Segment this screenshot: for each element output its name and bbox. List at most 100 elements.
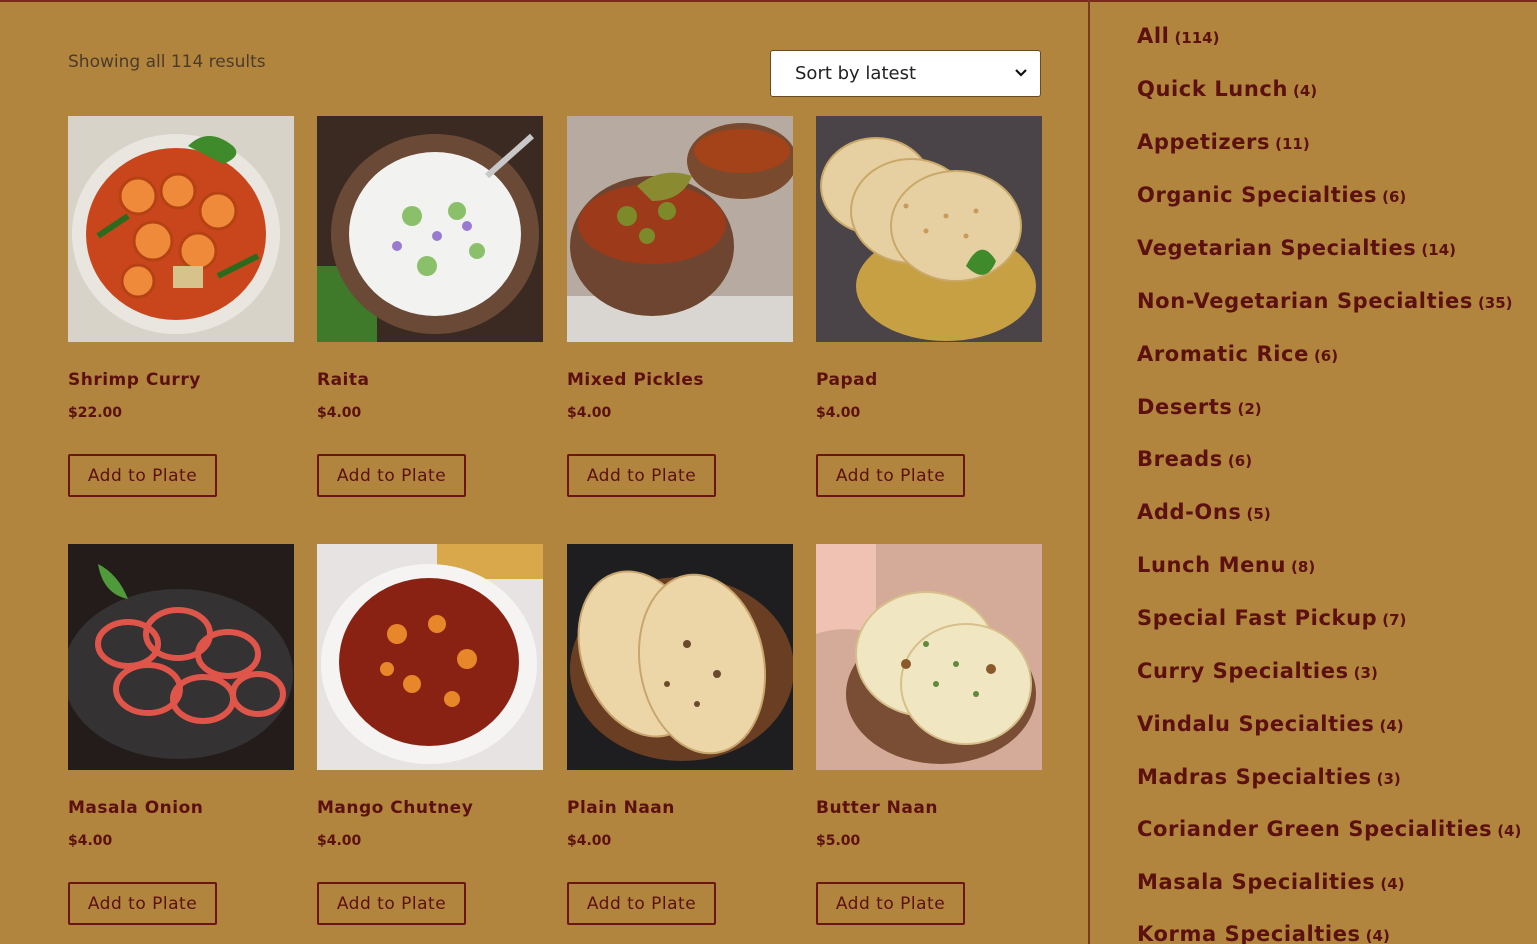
category-label: Curry Specialties — [1137, 659, 1349, 683]
category-label: Masala Specialities — [1137, 870, 1376, 894]
category-label: Lunch Menu — [1137, 553, 1287, 577]
category-appetizers[interactable]: Appetizers (11) — [1137, 130, 1310, 154]
category-coriander-green-specialities[interactable]: Coriander Green Specialities (4) — [1137, 817, 1521, 841]
sort-select[interactable]: Sort by latest — [770, 50, 1041, 97]
category-count: (4) — [1379, 717, 1404, 735]
product-card: Mixed Pickles $4.00 Add to Plate — [567, 116, 793, 497]
product-title[interactable]: Plain Naan — [567, 798, 675, 818]
raita-photo[interactable] — [317, 116, 543, 342]
category-count: (4) — [1497, 822, 1522, 840]
product-price: $4.00 — [317, 833, 362, 849]
category-special-fast-pickup[interactable]: Special Fast Pickup (7) — [1137, 606, 1406, 630]
category-label: Breads — [1137, 447, 1223, 471]
category-label: Non-Vegetarian Specialties — [1137, 289, 1473, 313]
category-masala-specialities[interactable]: Masala Specialities (4) — [1137, 870, 1405, 894]
category-label: Coriander Green Specialities — [1137, 817, 1493, 841]
category-label: Aromatic Rice — [1137, 342, 1309, 366]
category-madras-specialties[interactable]: Madras Specialties (3) — [1137, 765, 1401, 789]
papad-photo[interactable] — [816, 116, 1042, 342]
category-count: (6) — [1313, 347, 1339, 365]
butter-naan-photo[interactable] — [816, 544, 1042, 770]
product-card: Shrimp Curry $22.00 Add to Plate — [68, 116, 294, 497]
category-non-vegetarian-specialties[interactable]: Non-Vegetarian Specialties (35) — [1137, 289, 1513, 313]
category-count: (14) — [1421, 241, 1457, 259]
category-vindalu-specialties[interactable]: Vindalu Specialties (4) — [1137, 712, 1404, 736]
add-to-plate-button[interactable]: Add to Plate — [317, 454, 466, 497]
add-to-plate-button[interactable]: Add to Plate — [317, 882, 466, 925]
category-label: Quick Lunch — [1137, 77, 1289, 101]
category-count: (8) — [1291, 558, 1316, 576]
add-to-plate-button[interactable]: Add to Plate — [68, 454, 217, 497]
product-title[interactable]: Mixed Pickles — [567, 370, 704, 390]
product-price: $5.00 — [816, 833, 861, 849]
add-to-plate-button[interactable]: Add to Plate — [816, 454, 965, 497]
category-count: (4) — [1293, 82, 1318, 100]
category-label: Vegetarian Specialties — [1137, 236, 1417, 260]
category-organic-specialties[interactable]: Organic Specialties (6) — [1137, 183, 1406, 207]
product-card: Plain Naan $4.00 Add to Plate — [567, 544, 793, 925]
product-price: $22.00 — [68, 405, 123, 421]
product-title[interactable]: Mango Chutney — [317, 798, 473, 818]
masala-onion-photo[interactable] — [68, 544, 294, 770]
product-card: Mango Chutney $4.00 Add to Plate — [317, 544, 543, 925]
category-label: Appetizers — [1137, 130, 1271, 154]
category-all[interactable]: All (114) — [1137, 24, 1219, 48]
category-count: (114) — [1174, 29, 1220, 47]
category-quick-lunch[interactable]: Quick Lunch (4) — [1137, 77, 1317, 101]
product-price: $4.00 — [567, 833, 612, 849]
product-price: $4.00 — [816, 405, 861, 421]
product-title[interactable]: Papad — [816, 370, 878, 390]
category-count: (35) — [1477, 294, 1513, 312]
add-to-plate-button[interactable]: Add to Plate — [567, 454, 716, 497]
product-title[interactable]: Raita — [317, 370, 370, 390]
category-label: Special Fast Pickup — [1137, 606, 1378, 630]
results-count: Showing all 114 results — [68, 52, 266, 72]
product-title[interactable]: Shrimp Curry — [68, 370, 201, 390]
product-card: Papad $4.00 Add to Plate — [816, 116, 1042, 497]
category-label: Madras Specialties — [1137, 765, 1372, 789]
category-breads[interactable]: Breads (6) — [1137, 447, 1252, 471]
category-label: Add-Ons — [1137, 500, 1242, 524]
category-count: (7) — [1382, 611, 1407, 629]
category-count: (4) — [1380, 875, 1405, 893]
product-price: $4.00 — [567, 405, 612, 421]
product-title[interactable]: Butter Naan — [816, 798, 938, 818]
mango-chutney-photo[interactable] — [317, 544, 543, 770]
category-aromatic-rice[interactable]: Aromatic Rice (6) — [1137, 342, 1338, 366]
category-count: (6) — [1227, 452, 1253, 470]
chevron-down-icon — [1015, 69, 1027, 77]
category-count: (5) — [1246, 505, 1271, 523]
category-sidebar: All (114) Quick Lunch (4) Appetizers (11) O… — [1090, 0, 1537, 944]
category-deserts[interactable]: Deserts (2) — [1137, 395, 1262, 419]
plain-naan-photo[interactable] — [567, 544, 793, 770]
category-lunch-menu[interactable]: Lunch Menu (8) — [1137, 553, 1315, 577]
category-korma-specialties[interactable]: Korma Specialties (4) — [1137, 922, 1390, 944]
mixed-pickles-photo[interactable] — [567, 116, 793, 342]
category-count: (3) — [1376, 770, 1401, 788]
product-title[interactable]: Masala Onion — [68, 798, 203, 818]
add-to-plate-button[interactable]: Add to Plate — [68, 882, 217, 925]
category-count: (3) — [1353, 664, 1378, 682]
product-card: Raita $4.00 Add to Plate — [317, 116, 543, 497]
product-area: Showing all 114 results Sort by latest S… — [0, 0, 1089, 944]
shrimp-curry-photo[interactable] — [68, 116, 294, 342]
product-card: Butter Naan $5.00 Add to Plate — [816, 544, 1042, 925]
category-label: All — [1137, 24, 1170, 48]
category-count: (11) — [1275, 135, 1310, 153]
category-count: (4) — [1365, 927, 1390, 944]
add-to-plate-button[interactable]: Add to Plate — [816, 882, 965, 925]
sort-select-value: Sort by latest — [795, 63, 917, 84]
product-price: $4.00 — [68, 833, 113, 849]
category-label: Vindalu Specialties — [1137, 712, 1375, 736]
category-count: (2) — [1237, 400, 1262, 418]
category-label: Korma Specialties — [1137, 922, 1361, 944]
category-vegetarian-specialties[interactable]: Vegetarian Specialties (14) — [1137, 236, 1456, 260]
category-add-ons[interactable]: Add-Ons (5) — [1137, 500, 1271, 524]
category-label: Deserts — [1137, 395, 1233, 419]
category-curry-specialties[interactable]: Curry Specialties (3) — [1137, 659, 1378, 683]
product-card: Masala Onion $4.00 Add to Plate — [68, 544, 294, 925]
add-to-plate-button[interactable]: Add to Plate — [567, 882, 716, 925]
category-count: (6) — [1382, 188, 1407, 206]
category-label: Organic Specialties — [1137, 183, 1378, 207]
product-price: $4.00 — [317, 405, 362, 421]
